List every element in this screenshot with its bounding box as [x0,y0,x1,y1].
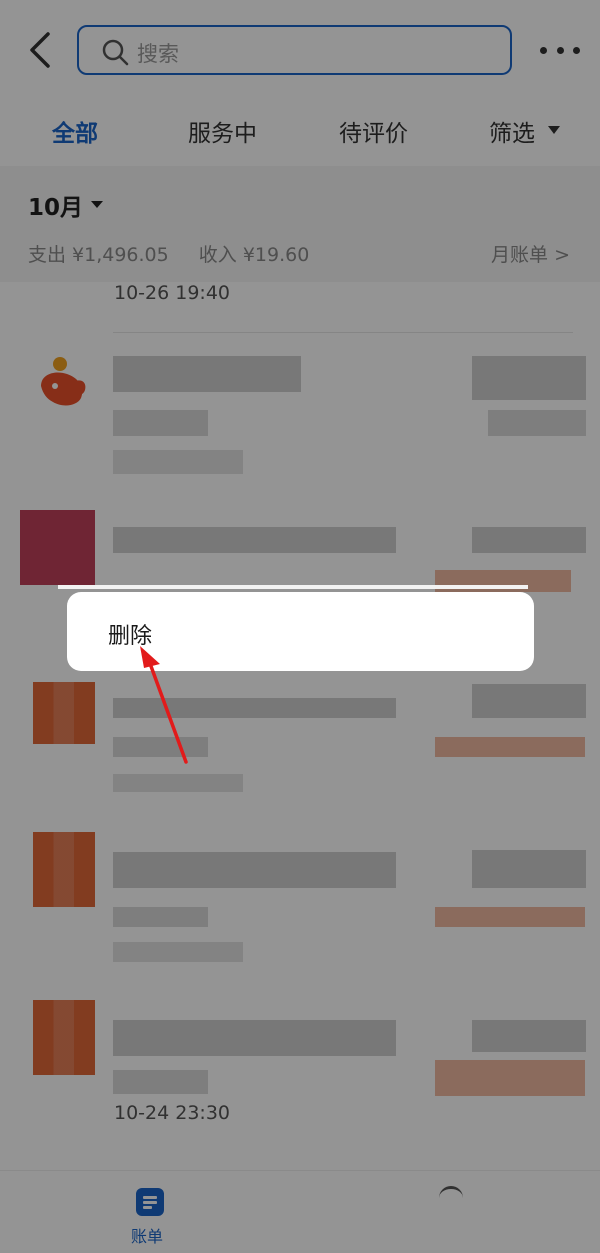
annotation-arrow-icon [140,646,188,764]
selected-row-highlight [58,585,528,589]
